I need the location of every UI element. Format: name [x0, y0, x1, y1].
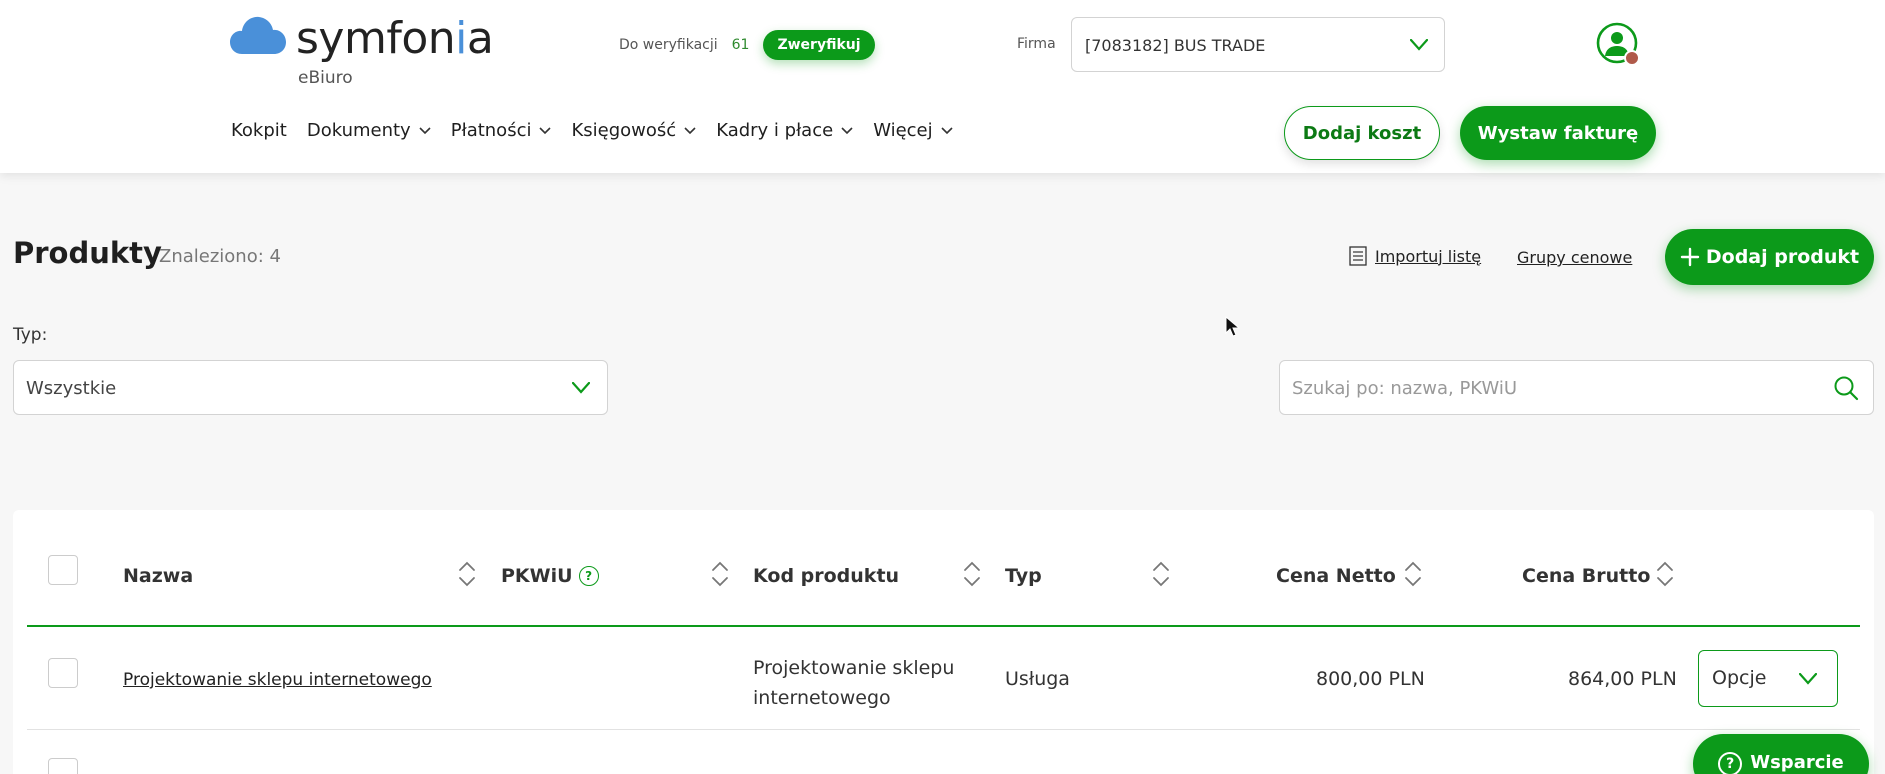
row-checkbox[interactable]: [48, 658, 78, 688]
chevron-down-icon: [841, 126, 853, 134]
price-groups-link[interactable]: Grupy cenowe: [1517, 248, 1632, 267]
mouse-cursor-icon: [1225, 316, 1241, 337]
user-avatar-icon[interactable]: [1596, 22, 1640, 66]
search-icon[interactable]: [1833, 375, 1859, 401]
nav-item-label: Więcej: [873, 120, 933, 141]
column-header-product-code[interactable]: Kod produktu: [753, 565, 899, 587]
table-header-divider: [27, 625, 1860, 627]
top-bar: symfonia eBiuro Do weryfikacji 61 Zweryf…: [0, 0, 1885, 173]
nav-item-label: Płatności: [450, 120, 532, 141]
brand-sub: eBiuro: [298, 68, 353, 88]
document-list-icon: [1349, 246, 1367, 266]
product-code-line: Projektowanie sklepu: [753, 657, 955, 679]
sort-icon[interactable]: [711, 560, 729, 588]
chevron-down-icon: [1410, 39, 1428, 51]
cloud-icon: [230, 16, 286, 54]
help-icon[interactable]: ?: [578, 566, 599, 586]
nav-item[interactable]: Księgowość: [571, 120, 696, 141]
product-code: Projektowanie sklepu internetowego: [753, 653, 954, 713]
sort-icon[interactable]: [963, 560, 981, 588]
row-options-select[interactable]: Opcje: [1698, 650, 1838, 707]
nav-item[interactable]: Płatności: [451, 120, 552, 141]
support-button[interactable]: ? Wsparcie: [1693, 734, 1869, 774]
import-list-link[interactable]: Importuj listę: [1349, 246, 1481, 266]
product-type: Usługa: [1005, 668, 1070, 690]
page-title: Produkty: [13, 236, 162, 270]
import-list-label: Importuj listę: [1375, 246, 1482, 266]
row-options-label: Opcje: [1712, 667, 1767, 689]
nav-item-label: Kokpit: [231, 120, 287, 141]
sort-icon[interactable]: [1152, 560, 1170, 588]
support-label: Wsparcie: [1750, 752, 1844, 773]
chevron-down-icon: [539, 126, 552, 134]
nav-item-label: Księgowość: [571, 120, 677, 141]
type-filter-select[interactable]: Wszystkie: [13, 360, 608, 415]
add-cost-button[interactable]: Dodaj koszt: [1284, 106, 1440, 160]
verification-label: Do weryfikacji: [619, 37, 718, 53]
column-header-pkwiu-label: PKWiU: [501, 565, 573, 587]
search-input[interactable]: [1292, 373, 1812, 403]
issue-invoice-button[interactable]: Wystaw fakturę: [1460, 106, 1656, 160]
chevron-down-icon: [572, 382, 590, 394]
chevron-down-icon: [941, 126, 953, 134]
company-select[interactable]: [7083182] BUS TRADE: [1071, 17, 1445, 72]
verification-count: 61: [731, 37, 750, 53]
nav-item[interactable]: Więcej: [873, 120, 953, 141]
nav-item-label: Dokumenty: [306, 120, 411, 141]
chevron-down-icon: [1799, 673, 1817, 685]
help-icon: ?: [1718, 752, 1743, 774]
product-name-link[interactable]: Projektowanie sklepu internetowego: [123, 670, 432, 690]
products-table: [13, 510, 1874, 774]
column-header-gross-price[interactable]: Cena Brutto: [1522, 565, 1650, 587]
row-divider: [27, 729, 1860, 730]
nav-item[interactable]: Kokpit: [231, 120, 287, 141]
nav-item[interactable]: Dokumenty: [307, 120, 431, 141]
select-all-checkbox[interactable]: [48, 555, 78, 585]
product-gross-price: 864,00 PLN: [1568, 668, 1677, 690]
company-value: [7083182] BUS TRADE: [1085, 36, 1266, 55]
chevron-down-icon: [419, 126, 431, 134]
nav-item[interactable]: Kadry i płace: [716, 120, 853, 141]
main-nav: Kokpit Dokumenty Płatności Księgowość Kadry …: [231, 120, 953, 141]
type-filter-label: Typ:: [13, 325, 48, 345]
plus-icon: [1680, 247, 1700, 267]
product-search: [1279, 360, 1874, 415]
verify-button[interactable]: Zweryfikuj: [763, 30, 875, 60]
chevron-down-icon: [684, 126, 696, 134]
add-product-label: Dodaj produkt: [1705, 246, 1860, 268]
type-filter-value: Wszystkie: [26, 378, 117, 399]
column-header-net-price[interactable]: Cena Netto: [1276, 565, 1396, 587]
sort-icon[interactable]: [1656, 560, 1674, 588]
product-code-line: internetowego: [753, 687, 891, 709]
row-checkbox[interactable]: [48, 758, 78, 774]
product-net-price: 800,00 PLN: [1316, 668, 1425, 690]
sort-icon[interactable]: [458, 560, 476, 588]
add-product-button[interactable]: Dodaj produkt: [1665, 229, 1874, 285]
nav-item-label: Kadry i płace: [716, 120, 834, 141]
company-label: Firma: [1017, 36, 1056, 52]
column-header-name[interactable]: Nazwa: [123, 565, 193, 587]
results-count: Znaleziono: 4: [159, 246, 281, 267]
verification-bar: Do weryfikacji 61 Zweryfikuj: [619, 30, 875, 60]
sort-icon[interactable]: [1404, 560, 1422, 588]
column-header-pkwiu[interactable]: PKWiU ?: [501, 565, 599, 587]
brand-name: symfonia: [296, 13, 494, 64]
column-header-type[interactable]: Typ: [1005, 565, 1042, 587]
